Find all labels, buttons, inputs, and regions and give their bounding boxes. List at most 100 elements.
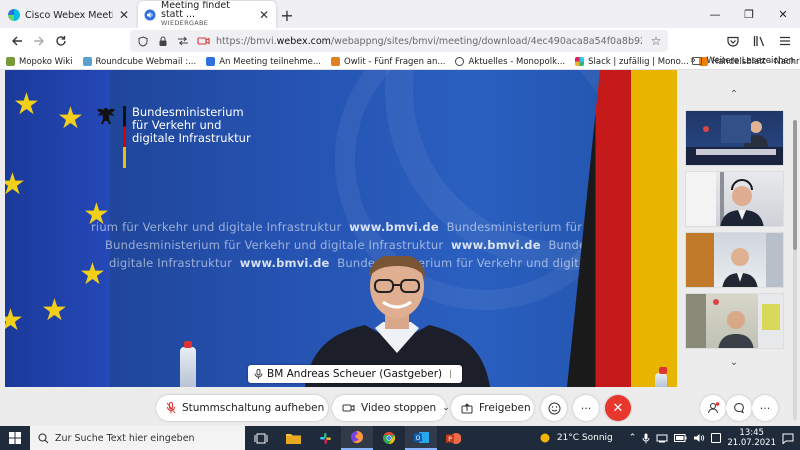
bookmarks-toolbar: Mopoko Wiki Roundcube Webmail :... An Me…: [0, 54, 800, 70]
taskbar-search-input[interactable]: Zur Suche Text hier eingeben: [30, 426, 245, 450]
chevron-down-icon[interactable]: ⌄: [442, 403, 450, 413]
windows-taskbar: Zur Suche Text hier eingeben O P 21°C So…: [0, 426, 800, 450]
task-view-button[interactable]: [245, 426, 277, 450]
file-explorer-app[interactable]: [277, 426, 309, 450]
lock-icon[interactable]: [156, 34, 170, 48]
speaker-signal-icon: [450, 370, 454, 378]
hamburger-menu-icon: [780, 36, 790, 46]
video-camera-icon: [342, 403, 355, 413]
back-button[interactable]: [6, 30, 28, 52]
windows-logo-icon: [9, 432, 21, 444]
share-button[interactable]: Freigeben: [451, 395, 534, 421]
microphone-icon[interactable]: [642, 433, 650, 444]
slack-icon: [319, 432, 331, 444]
more-options-button[interactable]: ···: [573, 395, 599, 421]
clipboard-icon[interactable]: [711, 433, 722, 443]
ministry-logo: Bundesministerium für Verkehr und digita…: [95, 106, 251, 168]
url-text[interactable]: https://bmvi.webex.com/webappng/sites/bm…: [216, 36, 642, 47]
leave-meeting-button[interactable]: ✕: [605, 395, 631, 421]
participant-thumbnail-4[interactable]: [685, 293, 784, 349]
forward-button[interactable]: [28, 30, 50, 52]
weather-sun-icon: [540, 433, 550, 443]
svg-text:P: P: [448, 435, 452, 442]
bookmark-slack[interactable]: Slack | zufällig | Mono...: [575, 57, 689, 67]
star-icon: ★: [57, 101, 84, 136]
weather-text[interactable]: 21°C Sonnig: [557, 433, 613, 443]
bookmark-roundcube[interactable]: Roundcube Webmail :...: [82, 57, 196, 67]
tab-webex-meetings[interactable]: Cisco Webex Meetings - Meetin ✕: [2, 2, 136, 28]
search-placeholder: Zur Suche Text hier eingeben: [55, 432, 195, 444]
globe-icon: [455, 57, 465, 66]
bookmark-star-icon[interactable]: ☆: [648, 34, 664, 48]
library-button[interactable]: [748, 30, 770, 52]
camera-sharing-icon[interactable]: [196, 34, 210, 48]
close-icon[interactable]: ✕: [118, 8, 130, 22]
notifications-icon[interactable]: [782, 433, 794, 444]
tab-strip: Cisco Webex Meetings - Meetin ✕ Meeting …: [0, 0, 800, 28]
water-bottle: [655, 367, 667, 387]
tab-title: Meeting findet statt ...: [161, 1, 230, 20]
restore-button[interactable]: ❐: [732, 0, 766, 28]
bookmark-owlit[interactable]: Owlit - Fünf Fragen an...: [331, 57, 445, 67]
chrome-app[interactable]: [373, 426, 405, 450]
bookmark-folder-more[interactable]: Weitere Lesezeichen: [692, 56, 794, 66]
permissions-icon[interactable]: [176, 34, 190, 48]
network-icon[interactable]: [656, 434, 668, 443]
new-tab-button[interactable]: +: [276, 2, 298, 28]
minimize-button[interactable]: —: [698, 0, 732, 28]
star-icon: ★: [13, 87, 40, 122]
scrollbar-thumb[interactable]: [793, 120, 797, 250]
system-tray: 21°C Sonnig ⌃ 13:45 21.07.2021: [539, 426, 800, 450]
firefox-app[interactable]: [341, 426, 373, 450]
reactions-button[interactable]: [541, 395, 567, 421]
close-window-button[interactable]: ✕: [766, 0, 800, 28]
url-bar[interactable]: https://bmvi.webex.com/webappng/sites/bm…: [130, 30, 668, 52]
smiley-icon: [548, 402, 560, 414]
chat-bubble-icon: [734, 402, 744, 414]
chat-button[interactable]: [726, 395, 752, 421]
participants-button[interactable]: [700, 395, 726, 421]
ellipsis-icon: ···: [759, 401, 771, 415]
tab-title: Cisco Webex Meetings - Meetin: [25, 9, 113, 21]
german-colors-bar: [123, 106, 126, 168]
chevron-down-icon[interactable]: ⌄: [726, 356, 742, 368]
volume-icon[interactable]: [693, 433, 705, 443]
chevron-up-icon[interactable]: ⌃: [629, 433, 637, 443]
share-screen-icon: [461, 402, 473, 414]
participants-icon: [707, 402, 719, 414]
shield-icon[interactable]: [136, 34, 150, 48]
battery-icon[interactable]: [674, 434, 687, 442]
backdrop-text-line: Bundesministerium für Verkehr und digita…: [105, 238, 663, 252]
tab-meeting-active[interactable]: Meeting findet statt ... WIEDERGABE ✕: [138, 1, 276, 28]
powerpoint-app[interactable]: P: [437, 426, 469, 450]
bookmark-favicon-icon: [6, 57, 15, 66]
outlook-app[interactable]: O: [405, 426, 437, 450]
unmute-label: Stummschaltung aufheben: [182, 402, 325, 414]
unmute-button[interactable]: Stummschaltung aufheben ⌄: [156, 395, 338, 421]
system-clock[interactable]: 13:45 21.07.2021: [727, 428, 776, 448]
stop-video-button[interactable]: Video stoppen ⌄: [332, 395, 450, 421]
participant-thumbnail-2[interactable]: [685, 171, 784, 227]
arrow-left-icon: [12, 36, 22, 46]
bookmark-monopolk[interactable]: Aktuelles - Monopolk...: [455, 57, 565, 67]
start-button[interactable]: [0, 426, 30, 450]
star-icon: ★: [5, 303, 24, 338]
slack-app[interactable]: [309, 426, 341, 450]
participant-thumbnail-3[interactable]: [685, 232, 784, 288]
panel-more-button[interactable]: ···: [752, 395, 778, 421]
chevron-up-icon[interactable]: ⌃: [726, 88, 742, 100]
reload-icon: [56, 36, 66, 46]
bookmark-mopoko-wiki[interactable]: Mopoko Wiki: [6, 57, 73, 67]
participant-thumbnails-panel: ⌃ ⌄: [680, 70, 800, 426]
menu-button[interactable]: [774, 30, 796, 52]
main-video-stage[interactable]: ★ ★ ★ ★ ★ ★ ★ Bundesministerium für Verk…: [5, 70, 677, 387]
pocket-button[interactable]: [722, 30, 744, 52]
federal-eagle-icon: [97, 108, 115, 124]
task-view-icon: [254, 433, 268, 443]
close-icon[interactable]: ✕: [258, 8, 270, 22]
library-icon: [753, 36, 764, 47]
bookmark-meeting[interactable]: An Meeting teilnehme...: [206, 57, 321, 67]
participant-thumbnail-1[interactable]: [685, 110, 784, 166]
reload-button[interactable]: [50, 30, 72, 52]
pocket-icon: [727, 36, 739, 47]
